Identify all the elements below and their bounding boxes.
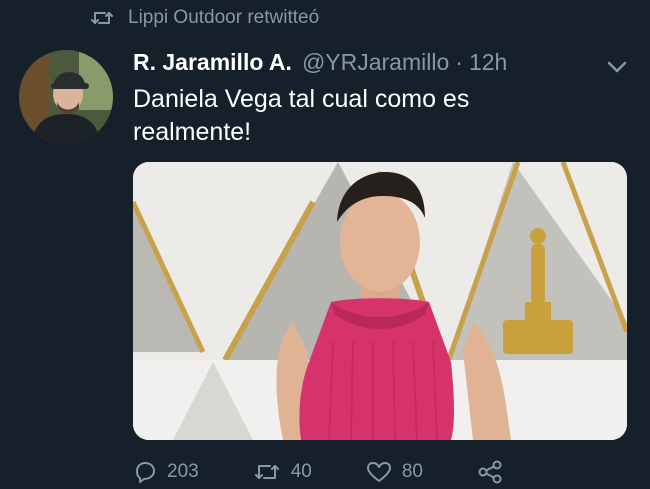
tweet-media-photo[interactable] — [133, 162, 627, 440]
like-button[interactable]: 80 — [366, 461, 423, 483]
retweet-icon — [253, 461, 281, 483]
reply-icon — [133, 461, 157, 483]
chevron-down-icon[interactable] — [606, 53, 628, 80]
like-count: 80 — [401, 461, 423, 482]
retweet-button[interactable]: 40 — [253, 461, 312, 483]
share-icon — [477, 460, 503, 484]
retweeted-by-text: Lippi Outdoor retwitteó — [128, 7, 320, 28]
reply-button[interactable]: 203 — [133, 461, 199, 483]
retweet-icon — [90, 8, 114, 28]
share-button[interactable] — [477, 460, 503, 484]
reply-count: 203 — [167, 461, 199, 482]
timestamp[interactable]: 12h — [469, 49, 507, 76]
retweet-count: 40 — [290, 461, 312, 482]
tweet-text: Daniela Vega tal cual como es realmente! — [133, 85, 470, 146]
heart-icon — [366, 461, 392, 483]
tweet-actions: 203 40 80 — [133, 455, 630, 489]
tweet-header: R. Jaramillo A. @YRJaramillo · 12h — [133, 45, 630, 79]
user-handle[interactable]: @YRJaramillo — [302, 49, 449, 76]
retweeted-by-row[interactable]: Lippi Outdoor retwitteó — [90, 6, 319, 30]
avatar[interactable] — [19, 50, 113, 144]
display-name[interactable]: R. Jaramillo A. — [133, 49, 292, 76]
separator-dot: · — [455, 48, 463, 75]
